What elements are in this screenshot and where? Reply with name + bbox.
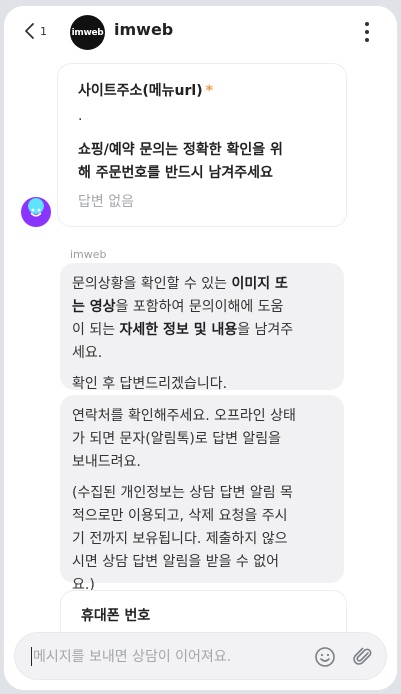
required-mark: * [205, 83, 213, 99]
dot-icon [365, 38, 369, 42]
brand-logo: imweb [70, 15, 105, 50]
dot-icon [365, 30, 369, 34]
form-field-value: . [78, 108, 83, 124]
user-avatar [21, 197, 51, 227]
message-input[interactable] [33, 643, 303, 671]
message-text: 확인 후 답변드리겠습니다. [72, 376, 228, 392]
dot-icon [365, 22, 369, 26]
phone-field-label: 휴대폰 번호 [81, 608, 151, 624]
attach-icon[interactable] [351, 645, 375, 669]
chevron-left-icon [25, 23, 34, 39]
message-bubble: 연락처를 확인해주세요. 오프라인 상태 가 되면 문자(알림톡)로 답변 알림… [60, 395, 344, 593]
message-text: 연락처를 확인해주세요. 오프라인 상태 가 되면 문자(알림톡)로 답변 알림… [72, 408, 296, 470]
message-bubble: 문의상황을 확인할 수 있는 이미지 또 는 영상을 포함하여 문의이해에 도움… [60, 263, 344, 392]
emoji-icon[interactable] [313, 645, 337, 669]
unread-count: 1 [40, 24, 47, 38]
message-text: (수집된 개인정보는 상담 답변 알림 목 적으로만 이용되고, 삭제 요청을 … [72, 485, 293, 593]
form-field-label: 사이트주소(메뉴url) * [78, 83, 213, 99]
smile-face-icon [30, 208, 42, 217]
chat-title: imweb [114, 20, 174, 39]
more-menu-button[interactable] [358, 20, 376, 44]
form-question-title: 쇼핑/예약 문의는 정확한 확인을 위 해 주문번호를 반드시 남겨주세요 [78, 142, 283, 181]
chat-window: 1 imweb imweb 사이트주소(메뉴url) * . 쇼핑/예약 문의는 … [4, 6, 397, 690]
chat-header: 1 imweb imweb [4, 6, 397, 56]
sender-name: imweb [70, 248, 107, 261]
message-text: 문의상황을 확인할 수 있는 이미지 또 는 영상을 포함하여 문의이해에 도움… [72, 276, 294, 361]
text-caret [31, 647, 32, 666]
back-button[interactable]: 1 [24, 20, 47, 42]
message-composer [14, 632, 387, 680]
submitted-form-card: 사이트주소(메뉴url) * . 쇼핑/예약 문의는 정확한 확인을 위 해 주문… [57, 63, 347, 227]
form-answer-empty: 답변 없음 [78, 194, 134, 210]
